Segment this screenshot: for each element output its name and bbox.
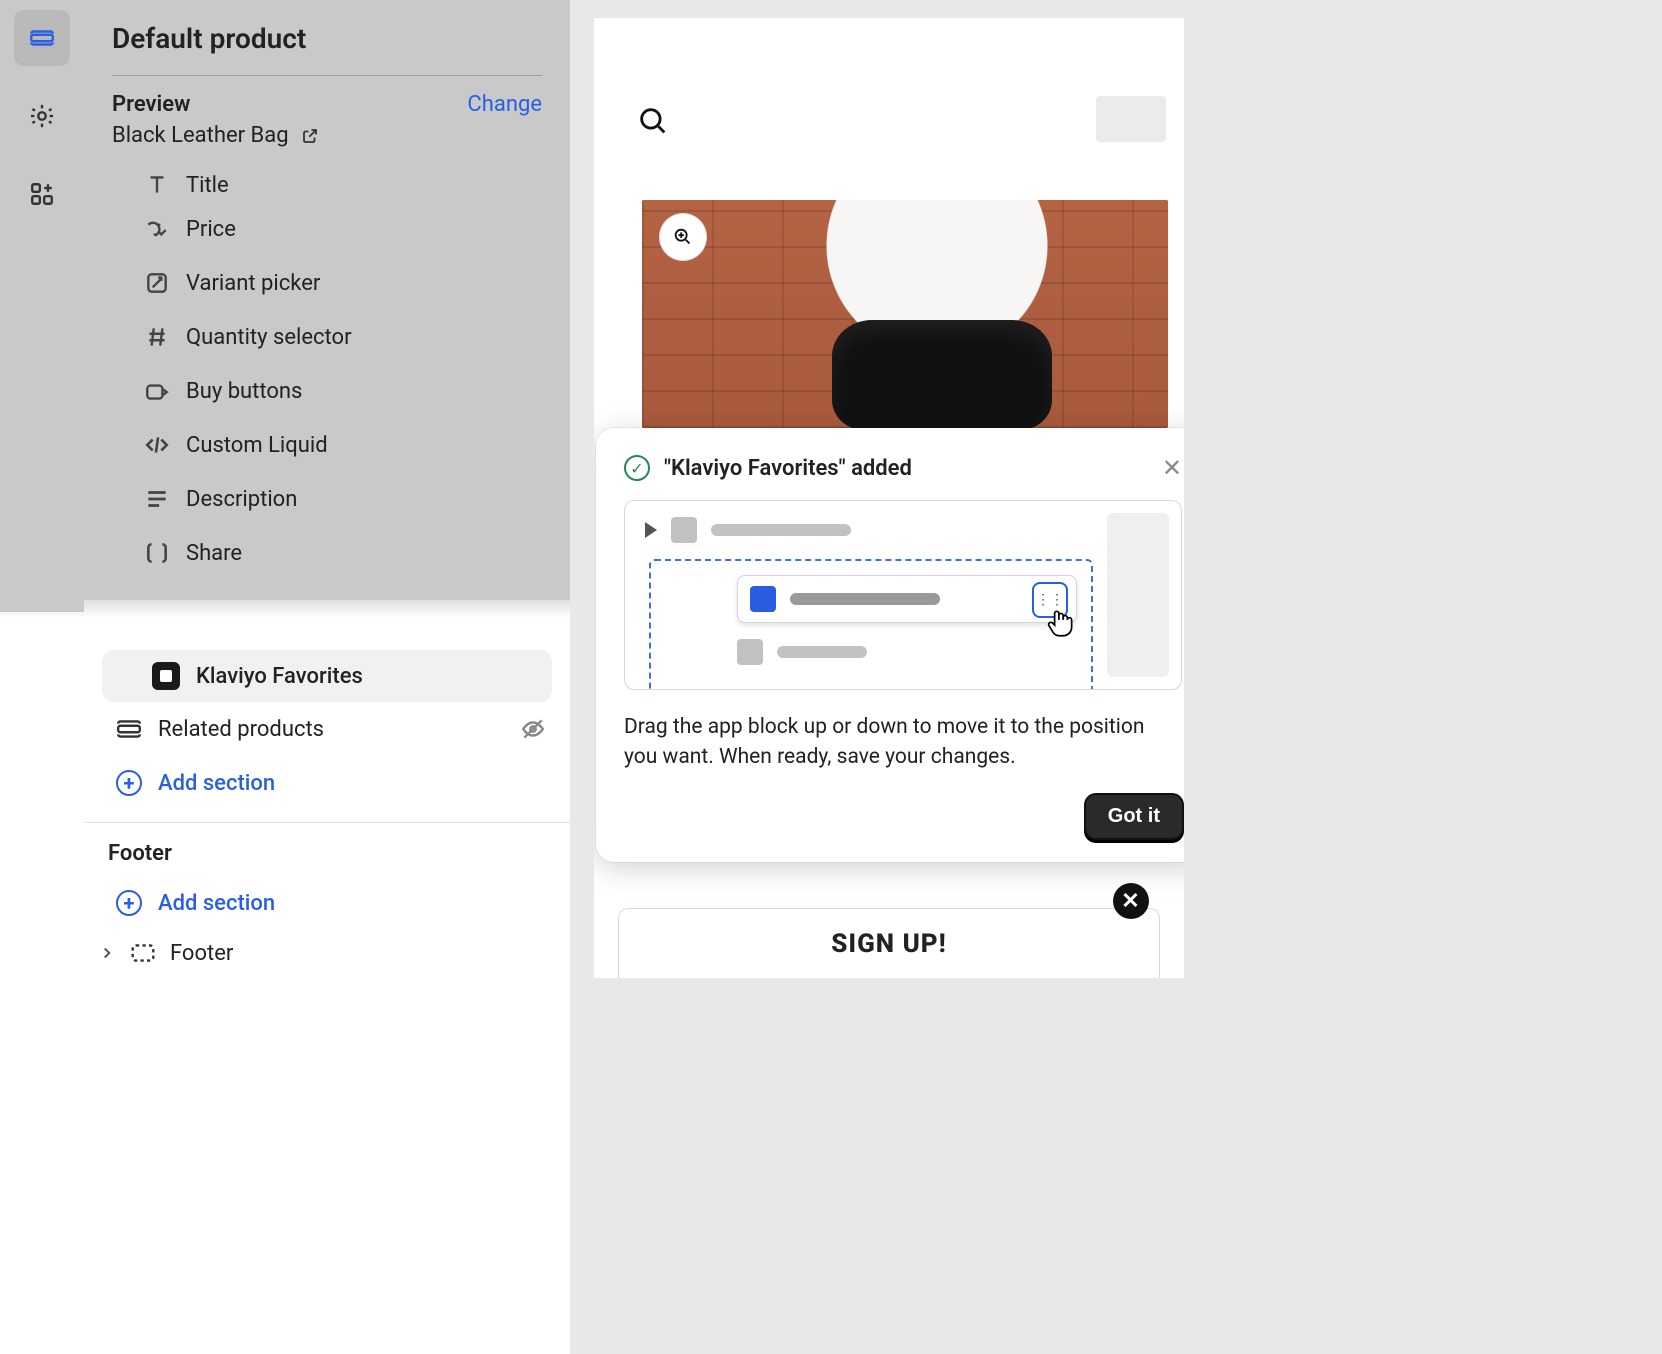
buy-icon — [144, 378, 170, 404]
hash-icon — [144, 324, 170, 350]
code-icon — [144, 432, 170, 458]
block-title[interactable]: Title — [84, 172, 229, 202]
change-preview-link[interactable]: Change — [467, 92, 542, 117]
success-check-icon: ✓ — [624, 455, 650, 481]
callout-title: "Klaviyo Favorites" added — [664, 456, 1148, 481]
app-block-added-callout: ✓ "Klaviyo Favorites" added ✕ ⋮⋮ — [596, 428, 1184, 862]
cursor-hand-icon — [1044, 606, 1078, 640]
sections-rail-button[interactable] — [14, 10, 70, 66]
signup-banner-text: SIGN UP! — [831, 929, 947, 959]
price-icon — [144, 216, 170, 242]
share-icon — [144, 540, 170, 566]
description-icon — [144, 486, 170, 512]
section-icon — [116, 716, 142, 742]
preview-area: ✓ "Klaviyo Favorites" added ✕ ⋮⋮ — [570, 0, 1662, 1354]
preview-label: Preview — [112, 92, 190, 117]
plus-icon: + — [116, 770, 142, 796]
add-section-label: Add section — [158, 891, 275, 916]
plus-icon: + — [116, 890, 142, 916]
page-title: Default product — [112, 22, 542, 75]
block-custom-liquid[interactable]: Custom Liquid — [84, 418, 570, 472]
apps-icon — [29, 181, 55, 207]
zoom-in-icon — [672, 226, 694, 248]
callout-illustration: ⋮⋮ — [624, 500, 1182, 690]
block-quantity-selector[interactable]: Quantity selector — [84, 310, 570, 364]
apps-rail-button[interactable] — [14, 166, 70, 222]
section-label: Related products — [158, 717, 324, 742]
left-icon-rail — [0, 0, 84, 612]
footer-group-heading: Footer — [84, 841, 570, 876]
sections-icon — [29, 25, 55, 51]
block-label: Share — [186, 541, 242, 566]
preview-canvas: ✓ "Klaviyo Favorites" added ✕ ⋮⋮ — [594, 18, 1184, 978]
block-label: Klaviyo Favorites — [196, 664, 363, 689]
storefront-logo — [1096, 96, 1166, 142]
sidebar-panel: Default product Preview Change Black Lea… — [84, 0, 570, 1354]
block-label: Variant picker — [186, 271, 320, 296]
title-icon — [144, 172, 170, 198]
block-label: Price — [186, 217, 236, 242]
block-label: Custom Liquid — [186, 433, 328, 458]
section-footer[interactable]: Footer — [84, 930, 570, 976]
chevron-right-icon — [98, 944, 116, 962]
block-buy-buttons[interactable]: Buy buttons — [84, 364, 570, 418]
product-image — [642, 200, 1168, 428]
section-icon — [130, 940, 156, 966]
block-list: Title Price Variant picker Quantity sele… — [84, 166, 570, 600]
storefront-search-icon[interactable] — [636, 104, 670, 138]
signup-banner[interactable]: ✕ SIGN UP! — [618, 908, 1160, 978]
block-description[interactable]: Description — [84, 472, 570, 526]
external-link-icon[interactable] — [301, 127, 319, 145]
block-price[interactable]: Price — [84, 202, 570, 256]
section-label: Footer — [170, 941, 233, 966]
preview-product-name: Black Leather Bag — [112, 123, 289, 148]
add-section-label: Add section — [158, 771, 275, 796]
signup-close-button[interactable]: ✕ — [1113, 883, 1149, 919]
section-related-products[interactable]: Related products — [84, 702, 570, 756]
add-section-button[interactable]: + Add section — [84, 756, 570, 810]
image-zoom-button[interactable] — [660, 214, 706, 260]
footer-add-section-button[interactable]: + Add section — [84, 876, 570, 930]
illustration-dragged-block: ⋮⋮ — [737, 575, 1077, 623]
block-label: Description — [186, 487, 297, 512]
gear-icon — [28, 102, 56, 130]
hidden-icon[interactable] — [520, 716, 546, 742]
variant-icon — [144, 270, 170, 296]
block-label: Buy buttons — [186, 379, 302, 404]
block-label: Quantity selector — [186, 325, 352, 350]
block-variant-picker[interactable]: Variant picker — [84, 256, 570, 310]
got-it-button[interactable]: Got it — [1086, 795, 1182, 838]
settings-rail-button[interactable] — [14, 88, 70, 144]
block-share[interactable]: Share — [84, 526, 570, 580]
callout-close-button[interactable]: ✕ — [1162, 454, 1182, 482]
block-label: Title — [186, 173, 229, 198]
callout-body: Drag the app block up or down to move it… — [624, 712, 1182, 773]
klaviyo-app-icon — [152, 662, 180, 690]
expand-triangle-icon — [645, 522, 657, 538]
block-klaviyo-favorites[interactable]: Klaviyo Favorites — [102, 650, 552, 702]
